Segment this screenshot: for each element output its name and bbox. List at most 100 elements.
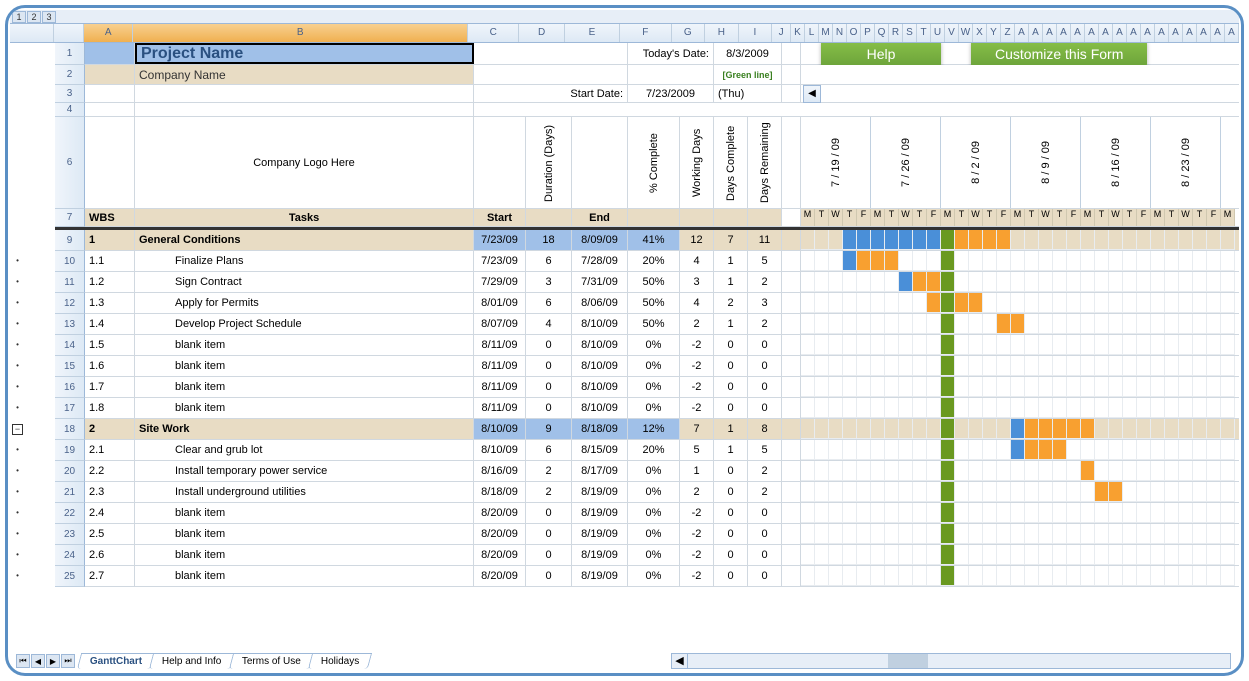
wbs-cell[interactable]: 2.6 <box>85 545 135 565</box>
wbs-cell[interactable]: 2 <box>85 419 135 439</box>
gantt-cell[interactable] <box>1165 524 1179 544</box>
gantt-cell[interactable] <box>1207 566 1221 586</box>
gantt-cell[interactable] <box>829 419 843 439</box>
gantt-cell[interactable] <box>1151 377 1165 397</box>
dr-cell[interactable]: 0 <box>748 356 782 376</box>
gantt-cell[interactable] <box>1025 461 1039 481</box>
gantt-cell[interactable] <box>1081 524 1095 544</box>
gantt-cell[interactable] <box>969 461 983 481</box>
row-header-20[interactable]: 20 <box>55 461 85 482</box>
gantt-cell[interactable] <box>997 440 1011 460</box>
gantt-cell[interactable] <box>1207 524 1221 544</box>
start-cell[interactable]: 7/23/09 <box>474 251 526 271</box>
gantt-cell[interactable] <box>1067 230 1081 250</box>
duration-cell[interactable]: 4 <box>526 314 572 334</box>
gantt-cell[interactable] <box>941 272 955 292</box>
gantt-cell[interactable] <box>955 440 969 460</box>
gantt-cell[interactable] <box>1109 356 1123 376</box>
duration-cell[interactable]: 6 <box>526 251 572 271</box>
row-header-25[interactable]: 25 <box>55 566 85 587</box>
start-cell[interactable]: 8/11/09 <box>474 377 526 397</box>
gantt-cell[interactable] <box>913 251 927 271</box>
pct-cell[interactable]: 50% <box>628 272 680 292</box>
dr-cell[interactable]: 11 <box>748 230 782 250</box>
gantt-cell[interactable] <box>1067 545 1081 565</box>
gantt-cell[interactable] <box>1081 566 1095 586</box>
gantt-cell[interactable] <box>1025 314 1039 334</box>
wd-cell[interactable]: 3 <box>680 272 714 292</box>
gantt-cell[interactable] <box>1151 482 1165 502</box>
col-narrow[interactable]: W <box>959 24 973 42</box>
gantt-cell[interactable] <box>857 482 871 502</box>
gantt-cell[interactable] <box>843 440 857 460</box>
pct-cell[interactable]: 0% <box>628 503 680 523</box>
gantt-cell[interactable] <box>927 251 941 271</box>
gantt-cell[interactable] <box>1095 503 1109 523</box>
gantt-cell[interactable] <box>1207 272 1221 292</box>
gantt-cell[interactable] <box>871 524 885 544</box>
end-cell[interactable]: 8/10/09 <box>572 335 628 355</box>
gantt-cell[interactable] <box>1221 335 1235 355</box>
duration-cell[interactable]: 0 <box>526 545 572 565</box>
dr-cell[interactable]: 5 <box>748 440 782 460</box>
gantt-cell[interactable] <box>1039 503 1053 523</box>
gantt-cell[interactable] <box>997 566 1011 586</box>
gantt-cell[interactable] <box>927 230 941 250</box>
gantt-cell[interactable] <box>1179 545 1193 565</box>
gantt-cell[interactable] <box>1179 482 1193 502</box>
gantt-cell[interactable] <box>801 251 815 271</box>
col-narrow[interactable]: A <box>1015 24 1029 42</box>
gantt-cell[interactable] <box>1165 440 1179 460</box>
duration-cell[interactable]: 6 <box>526 293 572 313</box>
gantt-cell[interactable] <box>1053 482 1067 502</box>
gantt-cell[interactable] <box>871 314 885 334</box>
gantt-cell[interactable] <box>983 503 997 523</box>
gantt-cell[interactable] <box>843 524 857 544</box>
gantt-cell[interactable] <box>927 398 941 418</box>
dr-cell[interactable]: 2 <box>748 272 782 292</box>
wbs-cell[interactable]: 2.2 <box>85 461 135 481</box>
gantt-cell[interactable] <box>969 314 983 334</box>
gantt-cell[interactable] <box>857 272 871 292</box>
gantt-cell[interactable] <box>829 377 843 397</box>
row-header-22[interactable]: 22 <box>55 503 85 524</box>
col-narrow[interactable]: N <box>833 24 847 42</box>
col-I[interactable]: I <box>739 24 773 42</box>
gantt-cell[interactable] <box>1025 251 1039 271</box>
gantt-cell[interactable] <box>829 398 843 418</box>
col-F[interactable]: F <box>620 24 671 42</box>
gantt-cell[interactable] <box>1095 251 1109 271</box>
duration-cell[interactable]: 0 <box>526 503 572 523</box>
end-cell[interactable]: 7/31/09 <box>572 272 628 292</box>
gantt-cell[interactable] <box>1123 545 1137 565</box>
gantt-cell[interactable] <box>969 482 983 502</box>
start-cell[interactable]: 8/07/09 <box>474 314 526 334</box>
gantt-cell[interactable] <box>1207 356 1221 376</box>
sheet-tab-help[interactable]: Help and Info <box>149 653 235 669</box>
gantt-cell[interactable] <box>1137 461 1151 481</box>
gantt-cell[interactable] <box>997 482 1011 502</box>
gantt-cell[interactable] <box>913 230 927 250</box>
gantt-cell[interactable] <box>1025 566 1039 586</box>
gantt-cell[interactable] <box>983 251 997 271</box>
row-header-4[interactable]: 4 <box>55 103 85 117</box>
outline-level-2[interactable]: 2 <box>27 11 41 23</box>
dc-cell[interactable]: 1 <box>714 419 748 439</box>
gantt-cell[interactable] <box>941 230 955 250</box>
gantt-cell[interactable] <box>1137 545 1151 565</box>
pct-cell[interactable]: 0% <box>628 566 680 586</box>
gantt-cell[interactable] <box>983 314 997 334</box>
gantt-cell[interactable] <box>857 293 871 313</box>
gantt-cell[interactable] <box>1137 398 1151 418</box>
col-narrow[interactable]: A <box>1057 24 1071 42</box>
col-narrow[interactable]: P <box>861 24 875 42</box>
gantt-cell[interactable] <box>1053 272 1067 292</box>
gantt-cell[interactable] <box>997 335 1011 355</box>
gantt-cell[interactable] <box>801 440 815 460</box>
gantt-cell[interactable] <box>1137 482 1151 502</box>
row-header-14[interactable]: 14 <box>55 335 85 356</box>
gantt-cell[interactable] <box>1109 482 1123 502</box>
gantt-cell[interactable] <box>1109 230 1123 250</box>
gantt-cell[interactable] <box>1025 440 1039 460</box>
col-G[interactable]: G <box>672 24 706 42</box>
